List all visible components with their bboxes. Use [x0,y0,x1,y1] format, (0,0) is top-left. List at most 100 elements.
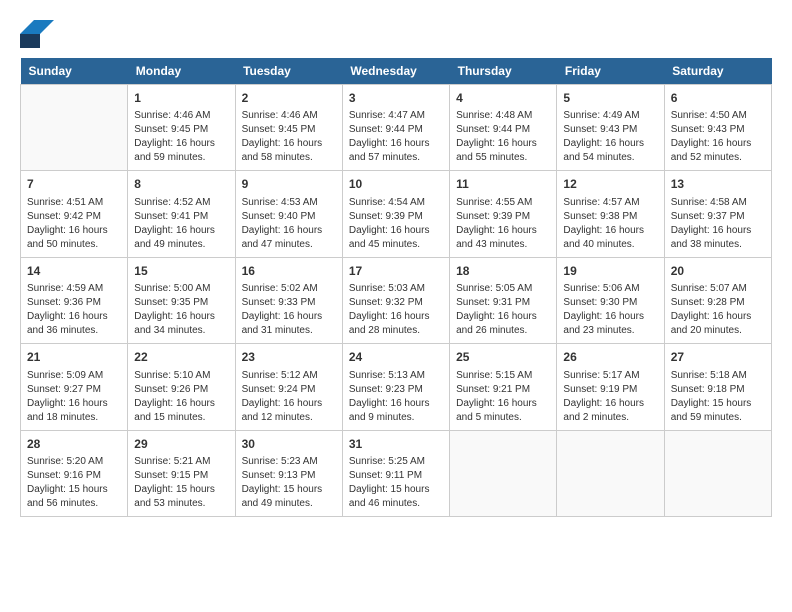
calendar-cell: 5 Sunrise: 4:49 AM Sunset: 9:43 PM Daylig… [557,85,664,171]
calendar-cell: 29 Sunrise: 5:21 AM Sunset: 9:15 PM Dayli… [128,430,235,516]
calendar-cell: 30 Sunrise: 5:23 AM Sunset: 9:13 PM Dayli… [235,430,342,516]
day-info: Sunrise: 5:20 AM Sunset: 9:16 PM Dayligh… [27,455,121,511]
calendar-cell [21,85,128,171]
calendar-cell: 10 Sunrise: 4:54 AM Sunset: 9:39 PM Dayli… [342,171,449,257]
day-number: 20 [671,263,765,280]
day-number: 6 [671,90,765,107]
day-number: 28 [27,436,121,453]
day-number: 13 [671,176,765,193]
day-info: Sunrise: 4:54 AM Sunset: 9:39 PM Dayligh… [349,196,443,252]
logo-icon [20,20,54,48]
day-info: Sunrise: 5:10 AM Sunset: 9:26 PM Dayligh… [134,369,228,425]
day-number: 19 [563,263,657,280]
day-info: Sunrise: 4:49 AM Sunset: 9:43 PM Dayligh… [563,109,657,165]
day-info: Sunrise: 4:46 AM Sunset: 9:45 PM Dayligh… [242,109,336,165]
day-info: Sunrise: 5:17 AM Sunset: 9:19 PM Dayligh… [563,369,657,425]
calendar-cell [450,430,557,516]
day-number: 25 [456,349,550,366]
day-info: Sunrise: 4:57 AM Sunset: 9:38 PM Dayligh… [563,196,657,252]
calendar-cell: 12 Sunrise: 4:57 AM Sunset: 9:38 PM Dayli… [557,171,664,257]
calendar-cell: 7 Sunrise: 4:51 AM Sunset: 9:42 PM Daylig… [21,171,128,257]
day-info: Sunrise: 4:47 AM Sunset: 9:44 PM Dayligh… [349,109,443,165]
calendar-cell: 27 Sunrise: 5:18 AM Sunset: 9:18 PM Dayli… [664,344,771,430]
day-info: Sunrise: 4:55 AM Sunset: 9:39 PM Dayligh… [456,196,550,252]
day-info: Sunrise: 5:02 AM Sunset: 9:33 PM Dayligh… [242,282,336,338]
day-info: Sunrise: 5:23 AM Sunset: 9:13 PM Dayligh… [242,455,336,511]
calendar-cell: 19 Sunrise: 5:06 AM Sunset: 9:30 PM Dayli… [557,257,664,343]
day-info: Sunrise: 5:00 AM Sunset: 9:35 PM Dayligh… [134,282,228,338]
day-number: 5 [563,90,657,107]
day-number: 10 [349,176,443,193]
day-number: 17 [349,263,443,280]
day-info: Sunrise: 5:05 AM Sunset: 9:31 PM Dayligh… [456,282,550,338]
dow-header: Friday [557,58,664,85]
dow-header: Wednesday [342,58,449,85]
day-number: 7 [27,176,121,193]
day-info: Sunrise: 5:03 AM Sunset: 9:32 PM Dayligh… [349,282,443,338]
day-number: 18 [456,263,550,280]
day-info: Sunrise: 5:21 AM Sunset: 9:15 PM Dayligh… [134,455,228,511]
day-number: 3 [349,90,443,107]
calendar-cell: 9Sunrise: 4:53 AM Sunset: 9:40 PM Daylig… [235,171,342,257]
calendar-cell: 24 Sunrise: 5:13 AM Sunset: 9:23 PM Dayli… [342,344,449,430]
calendar-cell: 20 Sunrise: 5:07 AM Sunset: 9:28 PM Dayli… [664,257,771,343]
calendar-cell: 16 Sunrise: 5:02 AM Sunset: 9:33 PM Dayli… [235,257,342,343]
day-info: Sunrise: 4:59 AM Sunset: 9:36 PM Dayligh… [27,282,121,338]
calendar-cell: 13 Sunrise: 4:58 AM Sunset: 9:37 PM Dayli… [664,171,771,257]
day-info: Sunrise: 4:58 AM Sunset: 9:37 PM Dayligh… [671,196,765,252]
calendar-cell: 2 Sunrise: 4:46 AM Sunset: 9:45 PM Daylig… [235,85,342,171]
day-info: Sunrise: 5:06 AM Sunset: 9:30 PM Dayligh… [563,282,657,338]
calendar-cell: 4Sunrise: 4:48 AM Sunset: 9:44 PM Daylig… [450,85,557,171]
calendar-cell: 1 Sunrise: 4:46 AM Sunset: 9:45 PM Daylig… [128,85,235,171]
calendar-cell: 6 Sunrise: 4:50 AM Sunset: 9:43 PM Daylig… [664,85,771,171]
day-number: 11 [456,176,550,193]
day-number: 15 [134,263,228,280]
calendar-cell: 23 Sunrise: 5:12 AM Sunset: 9:24 PM Dayli… [235,344,342,430]
calendar-cell: 17 Sunrise: 5:03 AM Sunset: 9:32 PM Dayli… [342,257,449,343]
day-info: Sunrise: 4:50 AM Sunset: 9:43 PM Dayligh… [671,109,765,165]
day-number: 24 [349,349,443,366]
calendar-cell [664,430,771,516]
day-info: Sunrise: 5:13 AM Sunset: 9:23 PM Dayligh… [349,369,443,425]
day-number: 23 [242,349,336,366]
day-number: 21 [27,349,121,366]
dow-header: Saturday [664,58,771,85]
day-info: Sunrise: 4:51 AM Sunset: 9:42 PM Dayligh… [27,196,121,252]
calendar-cell: 15 Sunrise: 5:00 AM Sunset: 9:35 PM Dayli… [128,257,235,343]
calendar-cell: 28 Sunrise: 5:20 AM Sunset: 9:16 PM Dayli… [21,430,128,516]
day-number: 2 [242,90,336,107]
day-number: 29 [134,436,228,453]
day-number: 26 [563,349,657,366]
day-info: Sunrise: 5:07 AM Sunset: 9:28 PM Dayligh… [671,282,765,338]
dow-header: Tuesday [235,58,342,85]
day-number: 27 [671,349,765,366]
calendar-cell: 11 Sunrise: 4:55 AM Sunset: 9:39 PM Dayli… [450,171,557,257]
calendar-cell: 3 Sunrise: 4:47 AM Sunset: 9:44 PM Daylig… [342,85,449,171]
calendar-cell: 21 Sunrise: 5:09 AM Sunset: 9:27 PM Dayli… [21,344,128,430]
day-number: 1 [134,90,228,107]
day-number: 31 [349,436,443,453]
day-info: Sunrise: 5:15 AM Sunset: 9:21 PM Dayligh… [456,369,550,425]
calendar-cell: 22Sunrise: 5:10 AM Sunset: 9:26 PM Dayli… [128,344,235,430]
day-number: 16 [242,263,336,280]
calendar-cell: 25 Sunrise: 5:15 AM Sunset: 9:21 PM Dayli… [450,344,557,430]
dow-header: Sunday [21,58,128,85]
logo [20,20,54,50]
day-number: 4 [456,90,550,107]
calendar-cell: 18 Sunrise: 5:05 AM Sunset: 9:31 PM Dayli… [450,257,557,343]
dow-header: Thursday [450,58,557,85]
header [20,20,772,50]
calendar-cell: 31 Sunrise: 5:25 AM Sunset: 9:11 PM Dayli… [342,430,449,516]
day-info: Sunrise: 5:18 AM Sunset: 9:18 PM Dayligh… [671,369,765,425]
day-info: Sunrise: 4:46 AM Sunset: 9:45 PM Dayligh… [134,109,228,165]
dow-header: Monday [128,58,235,85]
day-number: 9 [242,176,336,193]
calendar-cell: 26 Sunrise: 5:17 AM Sunset: 9:19 PM Dayli… [557,344,664,430]
calendar-cell: 8Sunrise: 4:52 AM Sunset: 9:41 PM Daylig… [128,171,235,257]
day-info: Sunrise: 5:25 AM Sunset: 9:11 PM Dayligh… [349,455,443,511]
day-number: 12 [563,176,657,193]
day-info: Sunrise: 5:12 AM Sunset: 9:24 PM Dayligh… [242,369,336,425]
day-info: Sunrise: 5:09 AM Sunset: 9:27 PM Dayligh… [27,369,121,425]
day-number: 30 [242,436,336,453]
calendar-cell: 14Sunrise: 4:59 AM Sunset: 9:36 PM Dayli… [21,257,128,343]
